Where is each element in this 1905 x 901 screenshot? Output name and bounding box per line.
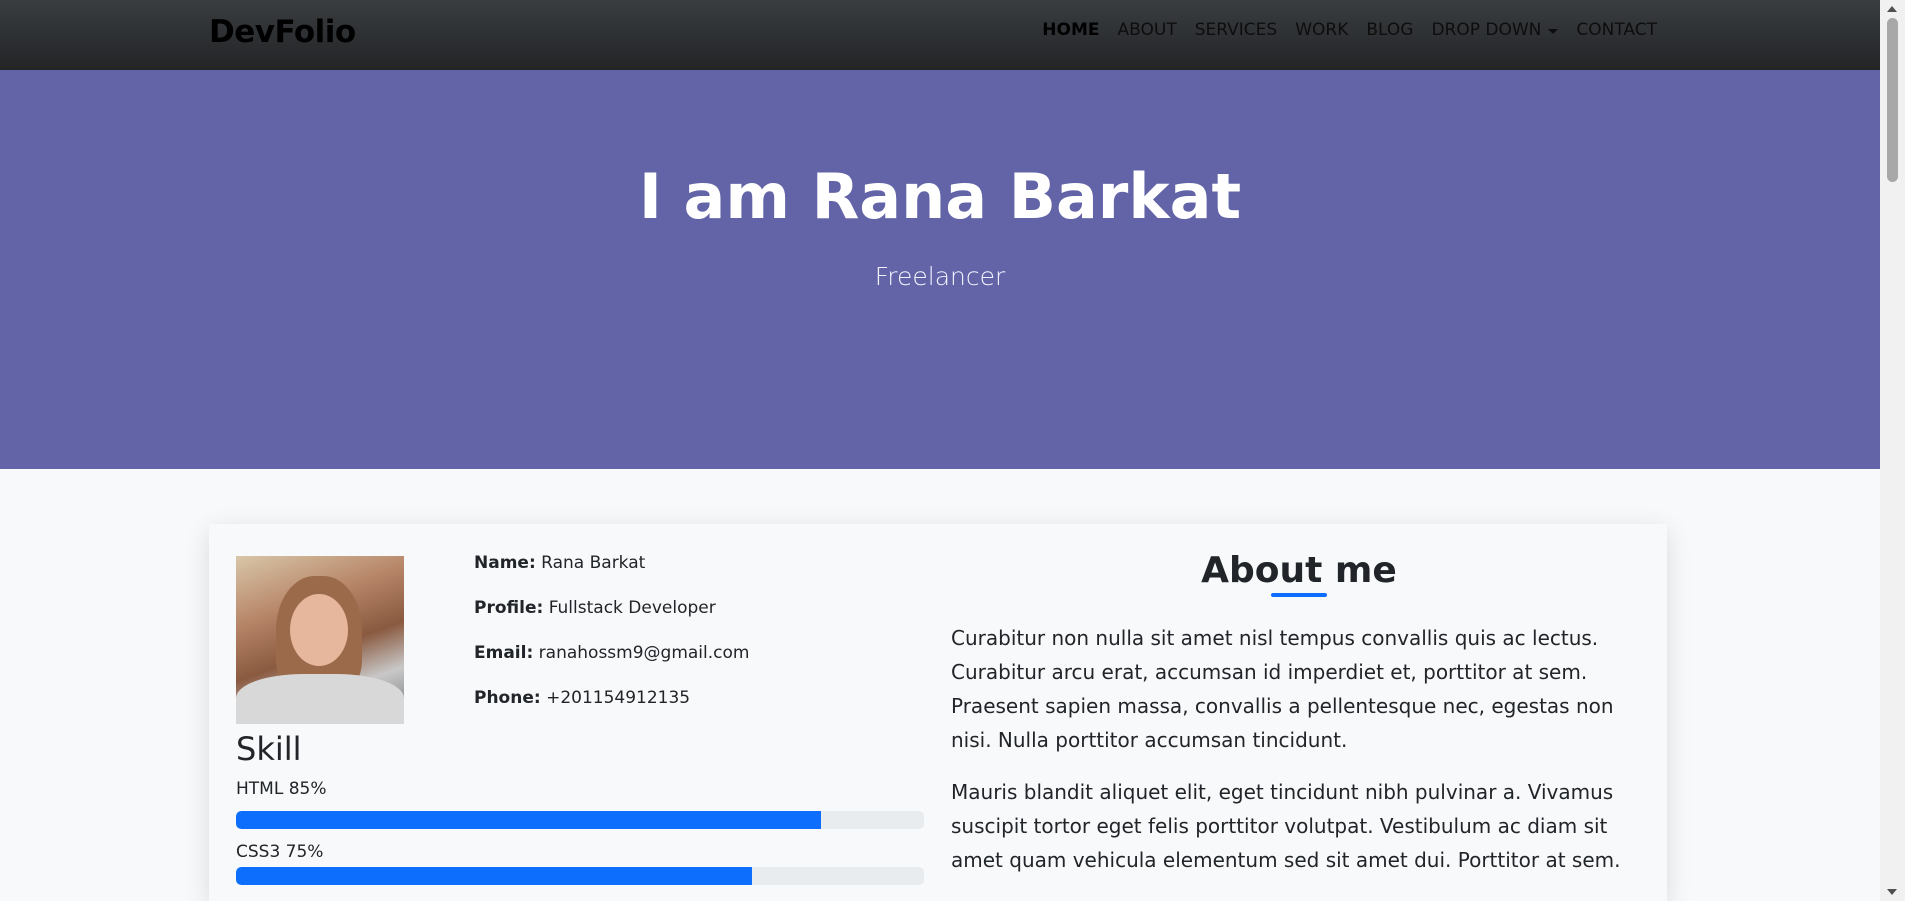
about-paragraph-2: Mauris blandit aliquet elit, eget tincid…: [951, 780, 1621, 872]
hero-subtitle: Freelancer: [874, 262, 1006, 291]
profile-label: Profile:: [474, 598, 544, 618]
nav-links: HOME ABOUT SERVICES WORK BLOG DROP DOWN …: [1024, 20, 1657, 40]
hero-title: I am Rana Barkat: [638, 160, 1242, 233]
photo-shirt-shape: [236, 674, 404, 724]
skill-progress-fill: [236, 867, 752, 885]
about-title: About me: [1201, 550, 1397, 591]
email-value: ranahossm9@gmail.com: [538, 643, 750, 663]
profile-value: Fullstack Developer: [548, 598, 716, 618]
brand-logo[interactable]: DevFolio: [209, 14, 356, 50]
nav-work[interactable]: WORK: [1295, 20, 1348, 40]
scroll-thumb[interactable]: [1887, 18, 1898, 182]
profile-photo: [236, 556, 404, 724]
nav-blog[interactable]: BLOG: [1366, 20, 1413, 40]
about-section: About me Curabitur non nulla sit amet ni…: [951, 550, 1647, 877]
navbar: DevFolio HOME ABOUT SERVICES WORK BLOG D…: [0, 0, 1880, 70]
scroll-up-arrow-icon[interactable]: [1887, 6, 1897, 12]
skill-progress-fill: [236, 811, 821, 829]
nav-contact[interactable]: CONTACT: [1576, 20, 1657, 40]
info-profile: Profile: Fullstack Developer: [474, 598, 749, 619]
nav-dropdown[interactable]: DROP DOWN: [1431, 20, 1559, 40]
name-label: Name:: [474, 553, 536, 573]
skill-label: HTML 85%: [236, 779, 327, 799]
profile-info: Name: Rana Barkat Profile: Fullstack Dev…: [474, 553, 749, 733]
phone-value: +201154912135: [546, 688, 691, 708]
info-name: Name: Rana Barkat: [474, 553, 749, 574]
skill-css3: CSS3 75%: [236, 842, 924, 885]
title-underline: [1271, 593, 1327, 597]
skill-progress-bar: [236, 811, 924, 829]
skill-label: CSS3 75%: [236, 842, 324, 862]
hero-section: I am Rana Barkat Freelancer: [0, 70, 1880, 469]
photo-face-shape: [290, 594, 348, 666]
page-scrollbar[interactable]: [1880, 0, 1905, 901]
skill-title: Skill: [236, 730, 302, 768]
about-card: Name: Rana Barkat Profile: Fullstack Dev…: [209, 524, 1667, 901]
nav-services[interactable]: SERVICES: [1195, 20, 1277, 40]
phone-label: Phone:: [474, 688, 541, 708]
skill-progress-bar: [236, 867, 924, 885]
nav-home[interactable]: HOME: [1042, 20, 1099, 40]
info-phone: Phone: +201154912135: [474, 688, 749, 709]
skill-html: HTML 85%: [236, 779, 924, 829]
nav-about[interactable]: ABOUT: [1118, 20, 1177, 40]
about-paragraph-1: Curabitur non nulla sit amet nisl tempus…: [951, 626, 1614, 752]
nav-dropdown-label: DROP DOWN: [1431, 20, 1542, 40]
info-email: Email: ranahossm9@gmail.com: [474, 643, 749, 664]
email-label: Email:: [474, 643, 534, 663]
caret-down-icon: [1548, 28, 1559, 34]
scroll-down-arrow-icon[interactable]: [1887, 889, 1897, 895]
name-value: Rana Barkat: [541, 553, 646, 573]
